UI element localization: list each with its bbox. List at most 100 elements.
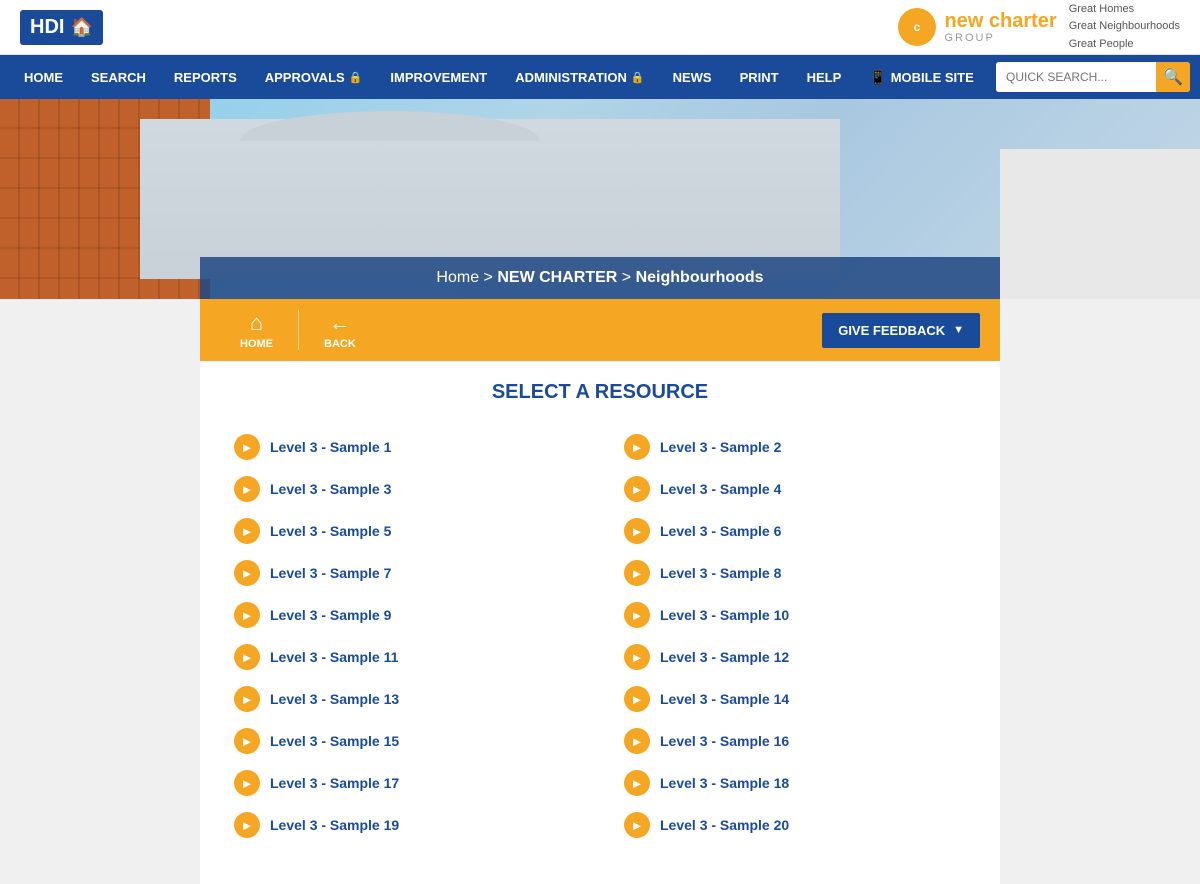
- breadcrumb-new-charter[interactable]: NEW CHARTER: [497, 269, 617, 286]
- resource-label: Level 3 - Sample 15: [270, 733, 399, 749]
- nav-mobile-site[interactable]: 📱MOBILE SITE: [855, 55, 988, 99]
- resource-label: Level 3 - Sample 14: [660, 691, 789, 707]
- quick-search-button[interactable]: 🔍: [1156, 62, 1190, 92]
- resource-label: Level 3 - Sample 17: [270, 775, 399, 791]
- give-feedback-label: GIVE FEEDBACK: [838, 323, 945, 338]
- top-header: HDI 🏠 c new charter GROUP G: [0, 0, 1200, 55]
- hero-right-building: [1000, 149, 1200, 299]
- action-divider: [298, 310, 299, 350]
- hdi-text: HDI: [30, 16, 64, 39]
- mobile-icon: 📱: [869, 69, 886, 86]
- home-action-label: HOME: [240, 338, 273, 350]
- resources-grid: ► Level 3 - Sample 1 ► Level 3 - Sample …: [230, 428, 970, 844]
- resource-label: Level 3 - Sample 19: [270, 817, 399, 833]
- resource-arrow-icon: ►: [624, 560, 650, 586]
- tagline-2: Great Neighbourhoods: [1069, 18, 1180, 36]
- resource-arrow-icon: ►: [234, 770, 260, 796]
- list-item[interactable]: ► Level 3 - Sample 7: [230, 554, 580, 592]
- new-charter-logo: c new charter GROUP: [898, 8, 1056, 46]
- list-item[interactable]: ► Level 3 - Sample 15: [230, 722, 580, 760]
- quick-search-input[interactable]: [996, 62, 1156, 92]
- nav-improvement[interactable]: IMPROVEMENT: [376, 55, 501, 99]
- brand-taglines: Great Homes Great Neighbourhoods Great P…: [1069, 1, 1180, 54]
- resource-arrow-icon: ►: [624, 770, 650, 796]
- resource-label: Level 3 - Sample 1: [270, 439, 391, 455]
- page-wrapper: HDI 🏠 c new charter GROUP G: [0, 0, 1200, 884]
- resource-label: Level 3 - Sample 2: [660, 439, 781, 455]
- list-item[interactable]: ► Level 3 - Sample 3: [230, 470, 580, 508]
- nav-news[interactable]: NEWS: [659, 55, 726, 99]
- list-item[interactable]: ► Level 3 - Sample 5: [230, 512, 580, 550]
- approvals-lock-icon: 🔒: [349, 71, 363, 84]
- content-center: ⌂ HOME ← BACK GIVE FEEDBACK ▼ SELECT A R…: [0, 299, 1200, 884]
- breadcrumb-text: Home > NEW CHARTER > Neighbourhoods: [260, 269, 940, 287]
- breadcrumb-sep1: >: [484, 269, 498, 286]
- nav-help[interactable]: HELP: [793, 55, 856, 99]
- main-content: SELECT A RESOURCE ► Level 3 - Sample 1 ►…: [200, 361, 1000, 884]
- list-item[interactable]: ► Level 3 - Sample 10: [620, 596, 970, 634]
- resource-arrow-icon: ►: [234, 686, 260, 712]
- back-action-button[interactable]: ← BACK: [304, 310, 376, 350]
- resource-arrow-icon: ►: [234, 560, 260, 586]
- resource-label: Level 3 - Sample 5: [270, 523, 391, 539]
- nc-new: new charter: [944, 10, 1056, 32]
- list-item[interactable]: ► Level 3 - Sample 1: [230, 428, 580, 466]
- list-item[interactable]: ► Level 3 - Sample 17: [230, 764, 580, 802]
- list-item[interactable]: ► Level 3 - Sample 11: [230, 638, 580, 676]
- tagline-1: Great Homes: [1069, 1, 1180, 19]
- resource-label: Level 3 - Sample 4: [660, 481, 781, 497]
- hdi-house-icon: 🏠: [70, 17, 92, 38]
- list-item[interactable]: ► Level 3 - Sample 6: [620, 512, 970, 550]
- list-item[interactable]: ► Level 3 - Sample 4: [620, 470, 970, 508]
- resource-label: Level 3 - Sample 12: [660, 649, 789, 665]
- resource-arrow-icon: ►: [624, 602, 650, 628]
- resource-label: Level 3 - Sample 10: [660, 607, 789, 623]
- nav-items: HOME SEARCH REPORTS APPROVALS 🔒 IMPROVEM…: [10, 55, 996, 99]
- nav-reports[interactable]: REPORTS: [160, 55, 251, 99]
- resource-label: Level 3 - Sample 6: [660, 523, 781, 539]
- list-item[interactable]: ► Level 3 - Sample 2: [620, 428, 970, 466]
- resource-label: Level 3 - Sample 11: [270, 649, 398, 665]
- give-feedback-button[interactable]: GIVE FEEDBACK ▼: [822, 313, 980, 348]
- quick-search-wrap: 🔍: [996, 62, 1190, 92]
- home-icon: ⌂: [250, 310, 263, 336]
- resource-arrow-icon: ►: [234, 644, 260, 670]
- nav-home[interactable]: HOME: [10, 55, 77, 99]
- list-item[interactable]: ► Level 3 - Sample 8: [620, 554, 970, 592]
- resource-arrow-icon: ►: [624, 518, 650, 544]
- nc-group-label: GROUP: [944, 32, 1056, 44]
- nav-print[interactable]: PRINT: [726, 55, 793, 99]
- list-item[interactable]: ► Level 3 - Sample 16: [620, 722, 970, 760]
- list-item[interactable]: ► Level 3 - Sample 9: [230, 596, 580, 634]
- tagline-3: Great People: [1069, 36, 1180, 54]
- nav-approvals[interactable]: APPROVALS 🔒: [251, 55, 377, 99]
- list-item[interactable]: ► Level 3 - Sample 14: [620, 680, 970, 718]
- resource-arrow-icon: ►: [624, 686, 650, 712]
- resource-arrow-icon: ►: [624, 434, 650, 460]
- nc-text-block: new charter GROUP: [944, 10, 1056, 44]
- search-icon: 🔍: [1163, 67, 1183, 87]
- nav-administration[interactable]: ADMINISTRATION 🔒: [501, 55, 658, 99]
- breadcrumb-current: Neighbourhoods: [636, 269, 764, 286]
- select-resource-title: SELECT A RESOURCE: [230, 381, 970, 404]
- nc-circle-icon: c: [898, 8, 936, 46]
- list-item[interactable]: ► Level 3 - Sample 18: [620, 764, 970, 802]
- list-item[interactable]: ► Level 3 - Sample 19: [230, 806, 580, 844]
- resource-arrow-icon: ►: [234, 434, 260, 460]
- nav-search[interactable]: SEARCH: [77, 55, 160, 99]
- list-item[interactable]: ► Level 3 - Sample 13: [230, 680, 580, 718]
- breadcrumb-home[interactable]: Home: [436, 269, 479, 286]
- resource-label: Level 3 - Sample 9: [270, 607, 391, 623]
- list-item[interactable]: ► Level 3 - Sample 20: [620, 806, 970, 844]
- home-action-button[interactable]: ⌂ HOME: [220, 310, 293, 350]
- hdi-logo[interactable]: HDI 🏠: [20, 10, 103, 45]
- back-action-label: BACK: [324, 338, 356, 350]
- resource-arrow-icon: ►: [624, 812, 650, 838]
- svg-text:c: c: [914, 20, 921, 34]
- back-icon: ←: [329, 310, 351, 336]
- list-item[interactable]: ► Level 3 - Sample 12: [620, 638, 970, 676]
- resource-arrow-icon: ►: [624, 476, 650, 502]
- resource-label: Level 3 - Sample 3: [270, 481, 391, 497]
- breadcrumb-sep2: >: [622, 269, 636, 286]
- resource-label: Level 3 - Sample 16: [660, 733, 789, 749]
